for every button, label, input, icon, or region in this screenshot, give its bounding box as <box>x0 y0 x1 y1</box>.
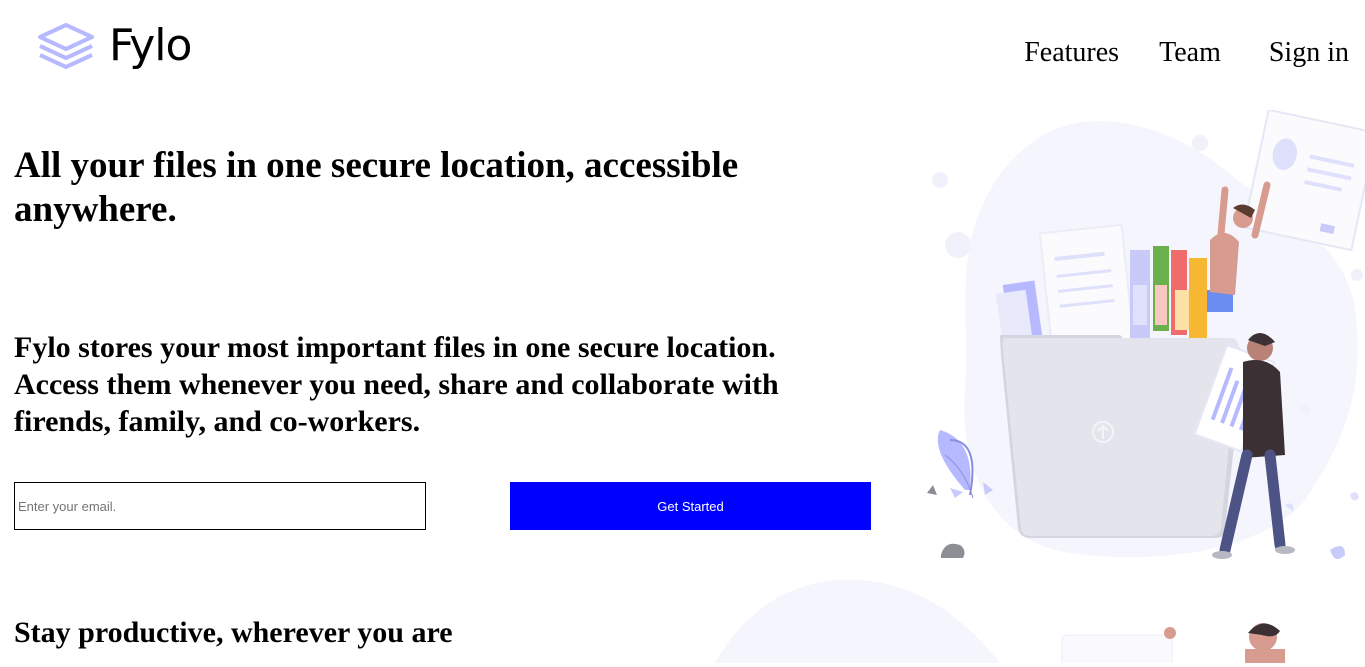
productive-section-title: Stay productive, wherever you are <box>14 616 453 649</box>
nav-sign-in-link[interactable]: Sign in <box>1269 37 1349 69</box>
nav-team-link[interactable]: Team <box>1159 37 1221 69</box>
productive-illustration <box>700 575 1365 667</box>
hero-illustration <box>925 108 1365 574</box>
hero-description: Fylo stores your most important files in… <box>14 331 779 438</box>
site-header: Fylo Features Team Sign in <box>0 0 1365 100</box>
stacked-layers-icon <box>38 23 94 69</box>
brand-name: Fylo <box>109 19 192 71</box>
main-nav: Features Team Sign in <box>1024 37 1349 69</box>
logo[interactable]: Fylo <box>37 19 192 72</box>
get-started-button[interactable]: Get Started <box>510 482 871 530</box>
email-input[interactable] <box>14 482 426 530</box>
hero-title: All your files in one secure location, a… <box>14 145 739 230</box>
nav-features-link[interactable]: Features <box>1024 37 1119 69</box>
